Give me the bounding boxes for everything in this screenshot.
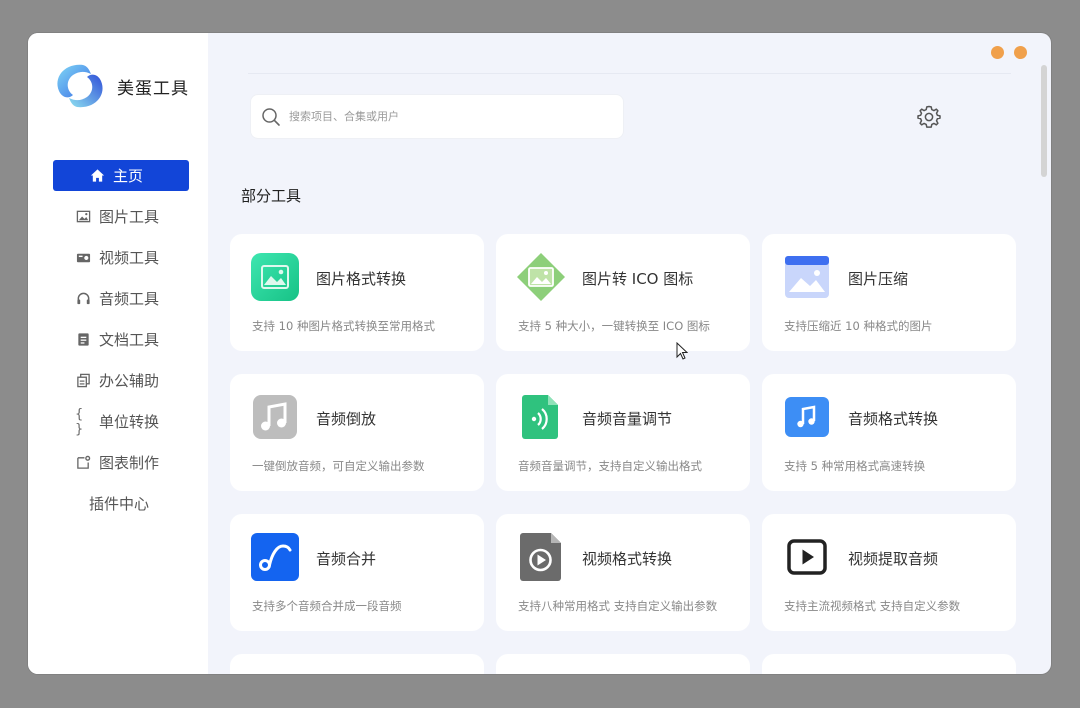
app-logo: 美蛋工具	[51, 61, 189, 111]
window-controls	[991, 46, 1027, 59]
image-to-ico-icon	[516, 252, 566, 302]
sidebar-nav: 主页 图片工具 视频工具 音频工具 文档工具 办公辅助 {} 单位转换 图表制…	[53, 160, 189, 529]
home-icon	[89, 168, 105, 184]
tool-desc: 一键倒放音频，可自定义输出参数	[252, 459, 425, 473]
tool-title: 图片格式转换	[316, 270, 407, 288]
image-icon	[75, 209, 91, 225]
sidebar-item-label: 单位转换	[99, 413, 160, 431]
sidebar-item-audio-tools[interactable]: 音频工具	[53, 283, 189, 314]
minimize-button[interactable]	[991, 46, 1004, 59]
sidebar-item-label: 主页	[113, 167, 144, 185]
audio-reverse-icon	[250, 392, 300, 442]
gear-icon[interactable]	[916, 104, 942, 130]
tool-desc: 支持八种常用格式 支持自定义输出参数	[518, 599, 718, 613]
headphones-icon	[75, 291, 91, 307]
search-input[interactable]	[289, 110, 589, 123]
tool-title: 音频格式转换	[848, 410, 939, 428]
main-content: 部分工具 图片格式转换 支持 10 种图片格式转换至常用格式 图片转 ICO 图…	[208, 33, 1051, 674]
sidebar-item-document-tools[interactable]: 文档工具	[53, 324, 189, 355]
audio-convert-icon	[782, 392, 832, 442]
copy-icon	[75, 373, 91, 389]
tool-card-partial[interactable]	[496, 654, 750, 674]
sidebar-item-label: 文档工具	[99, 331, 160, 349]
audio-merge-icon	[250, 532, 300, 582]
chart-icon	[75, 455, 91, 471]
divider	[248, 73, 1011, 74]
tool-desc: 支持 10 种图片格式转换至常用格式	[252, 319, 435, 333]
audio-volume-icon	[516, 392, 566, 442]
tool-title: 音频倒放	[316, 410, 377, 428]
tool-desc: 支持压缩近 10 种格式的图片	[784, 319, 933, 333]
close-button[interactable]	[1014, 46, 1027, 59]
tool-card-audio-merge[interactable]: 音频合并 支持多个音频合并成一段音频	[230, 514, 484, 631]
sidebar-item-unit-convert[interactable]: { } 单位转换	[53, 406, 189, 437]
tool-card-audio-volume[interactable]: 音频音量调节 音频音量调节，支持自定义输出格式	[496, 374, 750, 491]
tool-title: 图片压缩	[848, 270, 909, 288]
tool-card-partial[interactable]	[230, 654, 484, 674]
sidebar-item-chart-maker[interactable]: 图表制作	[53, 447, 189, 478]
document-icon	[75, 332, 91, 348]
sidebar-item-home[interactable]: 主页	[53, 160, 189, 191]
scrollbar[interactable]	[1041, 65, 1047, 177]
tool-card-audio-reverse[interactable]: 音频倒放 一键倒放音频，可自定义输出参数	[230, 374, 484, 491]
video-convert-icon	[516, 532, 566, 582]
tool-grid: 图片格式转换 支持 10 种图片格式转换至常用格式 图片转 ICO 图标 支持 …	[230, 234, 1017, 674]
sidebar-item-label: 视频工具	[99, 249, 160, 267]
tool-desc: 音频音量调节，支持自定义输出格式	[518, 459, 702, 473]
image-compress-icon	[782, 252, 832, 302]
sidebar: 美蛋工具 主页 图片工具 视频工具 音频工具 文档工具 办公辅助 {} 单位转…	[28, 33, 208, 674]
tool-desc: 支持 5 种大小，一键转换至 ICO 图标	[518, 319, 710, 333]
sidebar-item-video-tools[interactable]: 视频工具	[53, 242, 189, 273]
app-title: 美蛋工具	[117, 78, 189, 99]
sidebar-item-office-tools[interactable]: 办公辅助	[53, 365, 189, 396]
tool-card-image-convert[interactable]: 图片格式转换 支持 10 种图片格式转换至常用格式	[230, 234, 484, 351]
tool-card-image-to-ico[interactable]: 图片转 ICO 图标 支持 5 种大小，一键转换至 ICO 图标	[496, 234, 750, 351]
sidebar-item-label: 图片工具	[99, 208, 160, 226]
tool-card-video-extract-audio[interactable]: 视频提取音频 支持主流视频格式 支持自定义参数	[762, 514, 1016, 631]
tool-title: 音频合并	[316, 550, 377, 568]
tool-card-image-compress[interactable]: 图片压缩 支持压缩近 10 种格式的图片	[762, 234, 1016, 351]
app-window: 美蛋工具 主页 图片工具 视频工具 音频工具 文档工具 办公辅助 {} 单位转…	[28, 33, 1051, 674]
tool-card-audio-convert[interactable]: 音频格式转换 支持 5 种常用格式高速转换	[762, 374, 1016, 491]
sidebar-item-label: 办公辅助	[99, 372, 160, 390]
tool-title: 图片转 ICO 图标	[582, 270, 694, 288]
sidebar-item-label: 插件中心	[89, 495, 150, 513]
sidebar-item-label: 音频工具	[99, 290, 160, 308]
tool-desc: 支持 5 种常用格式高速转换	[784, 459, 926, 473]
mouse-cursor-icon	[676, 342, 688, 360]
tool-card-partial[interactable]	[762, 654, 1016, 674]
video-icon	[75, 250, 91, 266]
tool-desc: 支持主流视频格式 支持自定义参数	[784, 599, 961, 613]
logo-icon	[57, 64, 103, 108]
image-convert-icon	[250, 252, 300, 302]
tool-title: 视频提取音频	[848, 550, 939, 568]
section-title: 部分工具	[241, 187, 302, 205]
sidebar-item-label: 图表制作	[99, 454, 160, 472]
braces-icon: { }	[75, 406, 84, 437]
tool-title: 视频格式转换	[582, 550, 673, 568]
tool-card-video-convert[interactable]: 视频格式转换 支持八种常用格式 支持自定义输出参数	[496, 514, 750, 631]
search-box[interactable]	[250, 94, 624, 139]
sidebar-item-plugin-center[interactable]: 插件中心	[53, 488, 189, 519]
video-extract-audio-icon	[782, 532, 832, 582]
sidebar-item-image-tools[interactable]: 图片工具	[53, 201, 189, 232]
tool-title: 音频音量调节	[582, 410, 673, 428]
tool-desc: 支持多个音频合并成一段音频	[252, 599, 402, 613]
search-icon	[262, 107, 280, 126]
